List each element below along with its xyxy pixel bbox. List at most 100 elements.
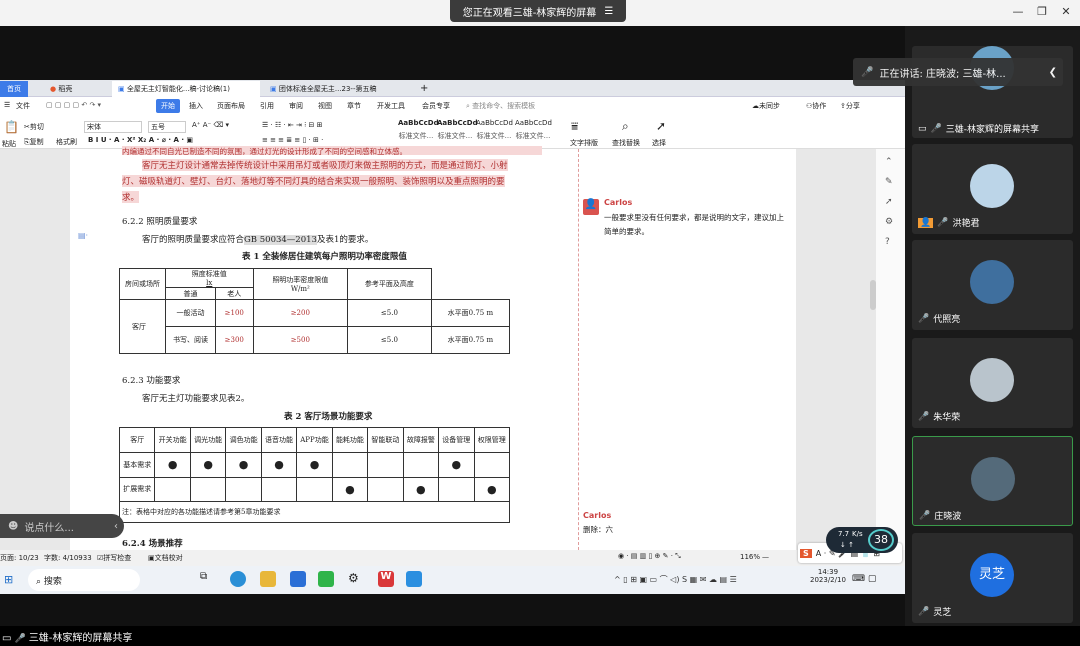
cloud-sync-button[interactable]: ☁未同步	[752, 101, 780, 111]
task-view-icon[interactable]: ⧉	[200, 571, 216, 587]
menu-section[interactable]: 章节	[347, 101, 361, 111]
menu-reference[interactable]: 引用	[260, 101, 274, 111]
t2-r2-label: 扩展需求	[118, 476, 156, 503]
restore-icon[interactable]: ❐	[1034, 4, 1050, 20]
menu-view[interactable]: 视图	[318, 101, 332, 111]
mail-icon[interactable]	[290, 571, 306, 587]
participant-name: 🎤 代照亮	[918, 313, 961, 326]
t2-r2-cell: ●	[402, 476, 440, 503]
t1-r2-2: ≥500	[252, 326, 349, 354]
view-icons[interactable]: ◉ · ▤ ▥ ▯ ⊕ ✎ · ⤡	[618, 552, 681, 561]
notification-icons[interactable]: ⌨ ▢	[852, 574, 876, 584]
tab-doc-2[interactable]: ▣ 团体标准全屋无主...23--第五稿	[264, 81, 410, 97]
emoji-icon[interactable]: ☻	[8, 521, 18, 532]
t1-r1-1: ≥100	[215, 299, 254, 327]
t2-r2-cell	[296, 476, 333, 503]
participant-name: 🎤 灵芝	[918, 606, 952, 619]
tray-icons[interactable]: ^ ▯ ⊞ ▣ ▭ ⌒ ◁) S ▦ ✉ ☁ ▤ ☰	[614, 574, 737, 585]
explorer-icon[interactable]	[260, 571, 276, 587]
t2-note: 注：表格中对应的各功能描述请参考第5章功能要求	[119, 501, 510, 523]
command-search[interactable]: ⌕ 查找命令、搜索模板	[466, 101, 535, 111]
participant-tile[interactable]: 🎤 朱华荣	[912, 338, 1073, 428]
edge-icon[interactable]	[230, 571, 246, 587]
menu-layout[interactable]: 页面布局	[217, 101, 245, 111]
find-icon[interactable]: ⌕	[622, 119, 629, 134]
windows-start-icon[interactable]: ⊞	[4, 573, 13, 586]
tab-doc-active[interactable]: ▣ 全屋无主灯智能化...稿-讨论稿(1)	[112, 81, 260, 97]
meeting-app-icon[interactable]	[406, 571, 422, 587]
menu-start[interactable]: 开始	[156, 99, 180, 113]
toolbar-icons[interactable]: ⌃ ✎ ➚ ⚙?	[885, 157, 893, 247]
sharing-banner[interactable]: 您正在观看三雄-林家辉的屏幕 ☰	[450, 0, 626, 22]
word-count[interactable]: 字数: 4/10933	[44, 553, 92, 563]
paste-label[interactable]: 粘贴	[2, 139, 16, 149]
bottom-bar: ▭ 🎤 三雄-林家辉的屏幕共享	[0, 626, 1080, 646]
cut-button[interactable]: ✂剪切	[24, 122, 44, 132]
style-normal-1[interactable]: AaBbCcDd 标准文件...	[398, 119, 439, 146]
collaborate-button[interactable]: ⚇协作	[806, 101, 826, 111]
copy-button[interactable]: ⎘复制	[24, 137, 44, 147]
menu-review[interactable]: 审阅	[289, 101, 303, 111]
collapse-icon[interactable]: ‹	[114, 521, 118, 532]
style-normal-3[interactable]: AaBbCcDd 标准文件...	[476, 119, 513, 146]
align-icons[interactable]: ≡ ≡ ≡ ≣ ≡ ▯ · ⊞ ·	[262, 136, 323, 144]
taskbar-search[interactable]: ⌕ 搜索	[28, 569, 140, 591]
participant-tile-active[interactable]: 🎤 庄晓波	[912, 436, 1073, 526]
format-icons[interactable]: B I U · A · X² X₂ A · ⌀ · A · ▣	[88, 136, 193, 144]
avatar	[971, 457, 1015, 501]
t2-r2-cell: ●	[473, 476, 511, 503]
close-icon[interactable]: ✕	[1058, 4, 1074, 20]
zoom-level[interactable]: 116%	[740, 553, 760, 561]
menu-insert[interactable]: 插入	[189, 101, 203, 111]
comment-text[interactable]: 删除：六	[583, 524, 613, 535]
doc-paragraph-1b: 灯、磁吸轨道灯、壁灯、台灯、落地灯等不同灯具的结合来实现一般照明、装饰照明以及重…	[122, 175, 505, 187]
spell-check[interactable]: ☑拼写检查	[97, 553, 131, 563]
menu-member[interactable]: 会员专享	[422, 101, 450, 111]
heading-6-2-4: 6.2.4 场景推荐	[122, 539, 183, 549]
mic-icon: 🎤	[918, 411, 930, 422]
comment-text[interactable]: 一般要求里没有任何要求，都是说明的文字，建议加上简单的要求。	[604, 211, 786, 239]
font-grow-icons[interactable]: A⁺ A⁻ ⌫ ▾	[192, 121, 229, 129]
find-replace-button[interactable]: 查找替换	[612, 138, 640, 148]
menu-file[interactable]: 文件	[16, 101, 30, 111]
list-icons[interactable]: ☰ · ☷ · ⇤ ⇥ ⁝ ⊟ ⊞	[262, 121, 323, 129]
paste-icon[interactable]: 📋	[4, 120, 19, 134]
collapse-icon[interactable]: ❮	[1049, 67, 1057, 78]
tab-home[interactable]: 首页	[0, 81, 28, 97]
doc-proof[interactable]: ▣文档校对	[148, 553, 183, 563]
wechat-icon[interactable]	[318, 571, 334, 587]
tab-daoke[interactable]: ● 稻壳	[44, 81, 106, 97]
text-layout-button[interactable]: 文字排版	[570, 138, 598, 148]
settings-icon[interactable]: ⚙	[348, 571, 364, 587]
doc-paragraph-1a: 客厅无主灯设计通常去掉传统设计中采用吊灯或者吸顶灯来做主照明的方式，而是通过筒灯…	[142, 159, 508, 171]
menu-hamburger-icon[interactable]: ☰	[4, 101, 10, 109]
share-label: ▭ 🎤 三雄-林家辉的屏幕共享	[2, 633, 133, 644]
style-normal-4[interactable]: AaBbCcDd 标准文件...	[515, 119, 552, 146]
menu-icon[interactable]: ☰	[604, 6, 613, 17]
share-button[interactable]: ⇪分享	[840, 101, 860, 111]
participant-tile[interactable]: 🎤 代照亮	[912, 240, 1073, 330]
minimize-icon[interactable]: —	[1010, 4, 1026, 20]
wps-icon[interactable]: W	[378, 571, 394, 587]
select-button[interactable]: 选择	[652, 138, 666, 148]
page-counter[interactable]: 页面: 10/23	[0, 553, 39, 563]
t1-r1-2: ≥200	[252, 299, 349, 327]
participant-tile[interactable]: 👤 🎤 洪艳君	[912, 144, 1073, 234]
style-normal-2[interactable]: AaBbCcDd 标准文件...	[437, 119, 478, 146]
clock[interactable]: 14:39 2023/2/10	[810, 568, 846, 584]
quick-access-icons[interactable]: ▢ ▢ ▢ ▢ ↶ ↷ ▾	[46, 101, 101, 109]
format-painter-button[interactable]: 格式刷	[56, 137, 77, 147]
participant-tile[interactable]: 灵芝 🎤 灵芝	[912, 533, 1073, 623]
menu-dev-tools[interactable]: 开发工具	[377, 101, 405, 111]
chat-input[interactable]: ☻ 说点什么... ‹	[0, 514, 124, 538]
t2-r1-cell	[402, 451, 440, 478]
paragraph-marker-icon[interactable]: ▤·	[78, 231, 88, 240]
font-size-select[interactable]: 五号	[148, 121, 186, 133]
cursor-icon[interactable]: ➚	[656, 119, 666, 133]
new-tab-icon[interactable]: +	[414, 81, 434, 97]
zoom-out-icon[interactable]: —	[762, 553, 769, 561]
speed-widget[interactable]: 7.7 K/s ↓ ↑ 38	[826, 527, 898, 553]
font-select[interactable]: 宋体	[84, 121, 142, 133]
text-layout-icon[interactable]: ⩸	[571, 119, 578, 134]
document-page[interactable]: 内编通过不同自光已制造不同的氛围，通过灯光的设计形成了不同的空间感和立体感。 客…	[70, 146, 580, 550]
